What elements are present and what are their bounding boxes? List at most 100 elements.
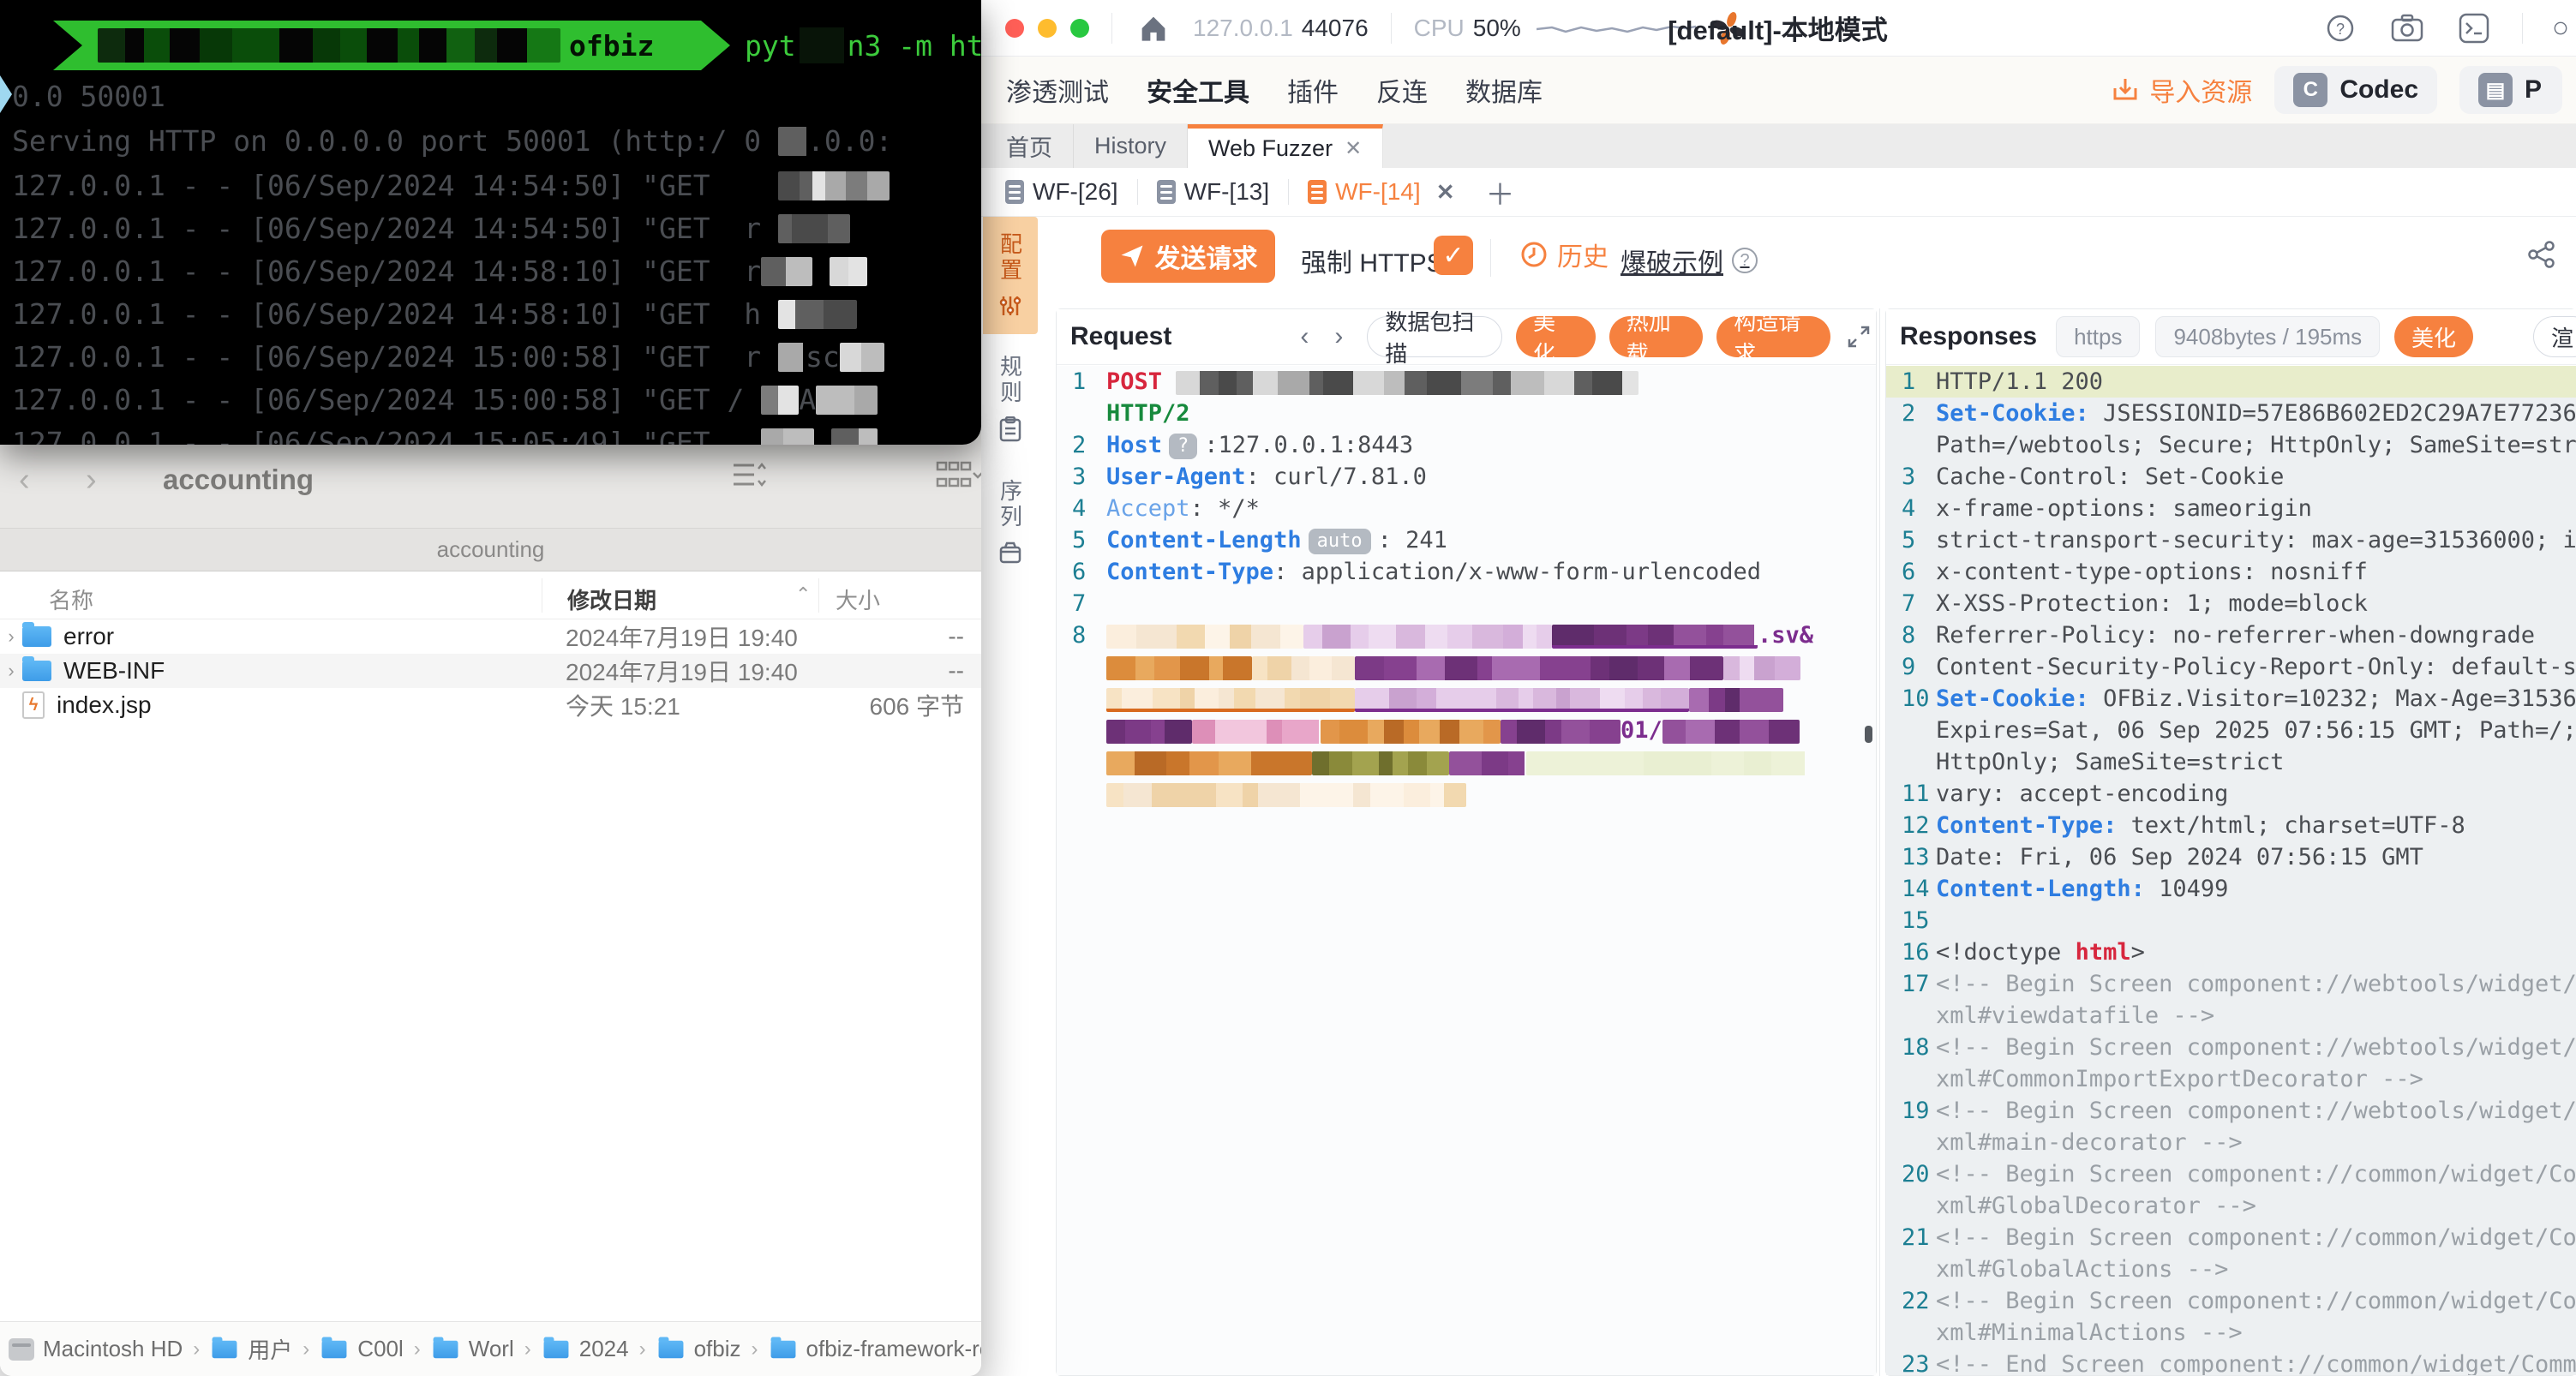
- line-number: 10: [1886, 683, 1936, 715]
- fuzzer-content: 配置规则序列 发送请求 强制 HTTPS ✓ 历史 爆破示例 ?: [979, 217, 2576, 1376]
- close-tab-icon[interactable]: ✕: [1345, 136, 1362, 161]
- payload-button-cut[interactable]: ▤P: [2459, 66, 2562, 114]
- request-scrollbar[interactable]: [1865, 726, 1872, 743]
- redacted-path: [98, 28, 560, 63]
- engine-ip: 127.0.0.1: [1193, 15, 1293, 42]
- line-number: 20: [1886, 1158, 1936, 1190]
- response-editor[interactable]: 1HTTP/1.1 2002Set-Cookie: JSESSIONID=57E…: [1886, 366, 2576, 1375]
- send-request-button[interactable]: 发送请求: [1101, 230, 1275, 283]
- stats-badge: 9408bytes / 195ms: [2155, 316, 2380, 357]
- disclosure-icon[interactable]: ›: [0, 660, 22, 682]
- path-item-2[interactable]: C00l: [320, 1336, 403, 1362]
- code-line: xml#MinimalActions -->: [1936, 1317, 2576, 1349]
- code-row: xml#CommonImportExportDecorator -->: [1886, 1063, 2576, 1095]
- hot-reload-button[interactable]: 热加载: [1609, 316, 1703, 357]
- code-row: 3User-Agent: curl/7.81.0: [1057, 461, 1876, 493]
- history-button[interactable]: 历史: [1519, 236, 1609, 273]
- import-resource-button[interactable]: 导入资源: [2112, 71, 2252, 109]
- column-size[interactable]: 大小: [836, 583, 880, 615]
- file-size: --: [948, 623, 964, 650]
- jsp-file-icon: ϟ: [22, 691, 45, 719]
- terminal-icon[interactable]: [2455, 9, 2493, 47]
- close-tab-icon[interactable]: ✕: [1436, 179, 1455, 206]
- line-number: 18: [1886, 1032, 1936, 1063]
- menu-tab-4[interactable]: 数据库: [1465, 71, 1543, 109]
- line-number: 7: [1057, 588, 1106, 619]
- fullscreen-icon[interactable]: [1842, 318, 1876, 356]
- zoom-window-icon[interactable]: [1070, 19, 1089, 38]
- code-row: 4x-frame-options: sameorigin: [1886, 493, 2576, 524]
- home-icon[interactable]: [1135, 9, 1172, 47]
- panel-splitter[interactable]: [1879, 308, 1880, 1376]
- redacted-mosaic: [778, 300, 857, 329]
- menu-tab-3[interactable]: 反连: [1376, 71, 1428, 109]
- code-row: 13Date: Fri, 06 Sep 2024 07:56:15 GMT: [1886, 841, 2576, 873]
- code-row: 10Set-Cookie: OFBiz.Visitor=10232; Max-A…: [1886, 683, 2576, 715]
- force-https-checkbox[interactable]: ✓: [1434, 236, 1473, 275]
- beautify-button[interactable]: 美 化: [1516, 316, 1596, 357]
- menu-tab-0[interactable]: 渗透测试: [1006, 71, 1109, 109]
- yakit-titlebar: 127.0.0.1 44076 CPU 50% [default]-本地模式 ?: [979, 0, 2576, 57]
- wf-tab-0[interactable]: WF-[26]: [997, 178, 1127, 206]
- column-date[interactable]: 修改日期: [567, 583, 656, 615]
- sidebar-tab-2[interactable]: 序列: [983, 464, 1038, 581]
- codec-label: Codec: [2339, 75, 2418, 105]
- sidebar-tab-1[interactable]: 规则: [983, 339, 1038, 458]
- render-button-cut[interactable]: 渲: [2533, 316, 2576, 357]
- construct-request-button[interactable]: 构造请求: [1716, 316, 1830, 357]
- file-row-error[interactable]: ›error2024年7月19日 19:40--: [0, 619, 981, 654]
- help-icon[interactable]: ?: [2321, 9, 2359, 47]
- redacted-mosaic: [1526, 751, 1809, 775]
- finder-tab-label: accounting: [437, 536, 545, 563]
- menu-tab-2[interactable]: 插件: [1287, 71, 1339, 109]
- wf-tab-1[interactable]: WF-[13]: [1148, 178, 1279, 206]
- prev-request-icon[interactable]: ‹: [1300, 322, 1309, 351]
- menu-tab-1[interactable]: 安全工具: [1147, 71, 1249, 109]
- code-row: 5strict-transport-security: max-age=3153…: [1886, 524, 2576, 556]
- redacted-mosaic: [761, 428, 814, 445]
- sidebar-tab-0[interactable]: 配置: [983, 217, 1038, 334]
- code-row: xml#viewdatafile -->: [1886, 1000, 2576, 1032]
- path-item-6[interactable]: ofbiz-framework-release18.12.15: [769, 1336, 981, 1362]
- disclosure-icon[interactable]: ›: [0, 625, 22, 648]
- list-view-icon[interactable]: [730, 458, 768, 493]
- path-item-3[interactable]: Worl: [431, 1336, 514, 1362]
- line-number: 1: [1886, 366, 1936, 398]
- page-tab-1[interactable]: History: [1074, 124, 1188, 168]
- close-window-icon[interactable]: [1005, 19, 1024, 38]
- finder-tab[interactable]: accounting: [0, 529, 981, 571]
- page-tab-0[interactable]: 首页: [985, 124, 1074, 168]
- wf-tab-2[interactable]: WF-[14]✕: [1299, 178, 1463, 206]
- redacted-mosaic: [761, 386, 799, 415]
- page-tab-2[interactable]: Web Fuzzer✕: [1188, 124, 1383, 168]
- column-name[interactable]: 名称: [49, 583, 93, 615]
- request-editor[interactable]: 1POST HTTP/22Host?:127.0.0.1:84433User-A…: [1057, 366, 1876, 1375]
- traffic-lights[interactable]: [1005, 19, 1089, 38]
- code-row: 8Referrer-Policy: no-referrer-when-downg…: [1886, 619, 2576, 651]
- help-circle-icon: ?: [1732, 248, 1758, 273]
- path-item-0[interactable]: Macintosh HD: [9, 1336, 183, 1362]
- screenshot-camera-icon[interactable]: [2388, 9, 2426, 47]
- response-beautify-button[interactable]: 美化: [2394, 316, 2473, 357]
- blast-example-link[interactable]: 爆破示例 ?: [1620, 242, 1758, 279]
- new-fuzzer-tab-button[interactable]: ＋: [1485, 171, 1514, 213]
- file-row-WEB-INF[interactable]: ›WEB-INF2024年7月19日 19:40--: [0, 654, 981, 688]
- path-item-1[interactable]: 用户: [210, 1333, 292, 1365]
- line-number: 6: [1886, 556, 1936, 588]
- file-row-index.jsp[interactable]: ϟindex.jsp今天 15:21606 字节: [0, 688, 981, 722]
- path-item-5[interactable]: ofbiz: [656, 1336, 741, 1362]
- group-view-icon[interactable]: [936, 458, 981, 493]
- path-item-4[interactable]: 2024: [542, 1336, 629, 1362]
- column-divider[interactable]: [818, 578, 819, 613]
- forward-icon[interactable]: ›: [86, 462, 97, 499]
- share-icon[interactable]: [2526, 239, 2557, 274]
- settings-icon-cut[interactable]: [2552, 9, 2569, 47]
- next-request-icon[interactable]: ›: [1334, 322, 1343, 351]
- codec-button[interactable]: C Codec: [2274, 66, 2437, 114]
- packet-scan-button[interactable]: 数据包扫描: [1367, 316, 1502, 357]
- terminal-window[interactable]: ofbiz pyt n3 -m ht 0.0 50001Serving HTTP…: [0, 0, 981, 445]
- code-line: [1936, 905, 2576, 936]
- minimize-window-icon[interactable]: [1038, 19, 1057, 38]
- file-date: 2024年7月19日 19:40: [566, 654, 798, 688]
- back-icon[interactable]: ‹: [19, 462, 30, 499]
